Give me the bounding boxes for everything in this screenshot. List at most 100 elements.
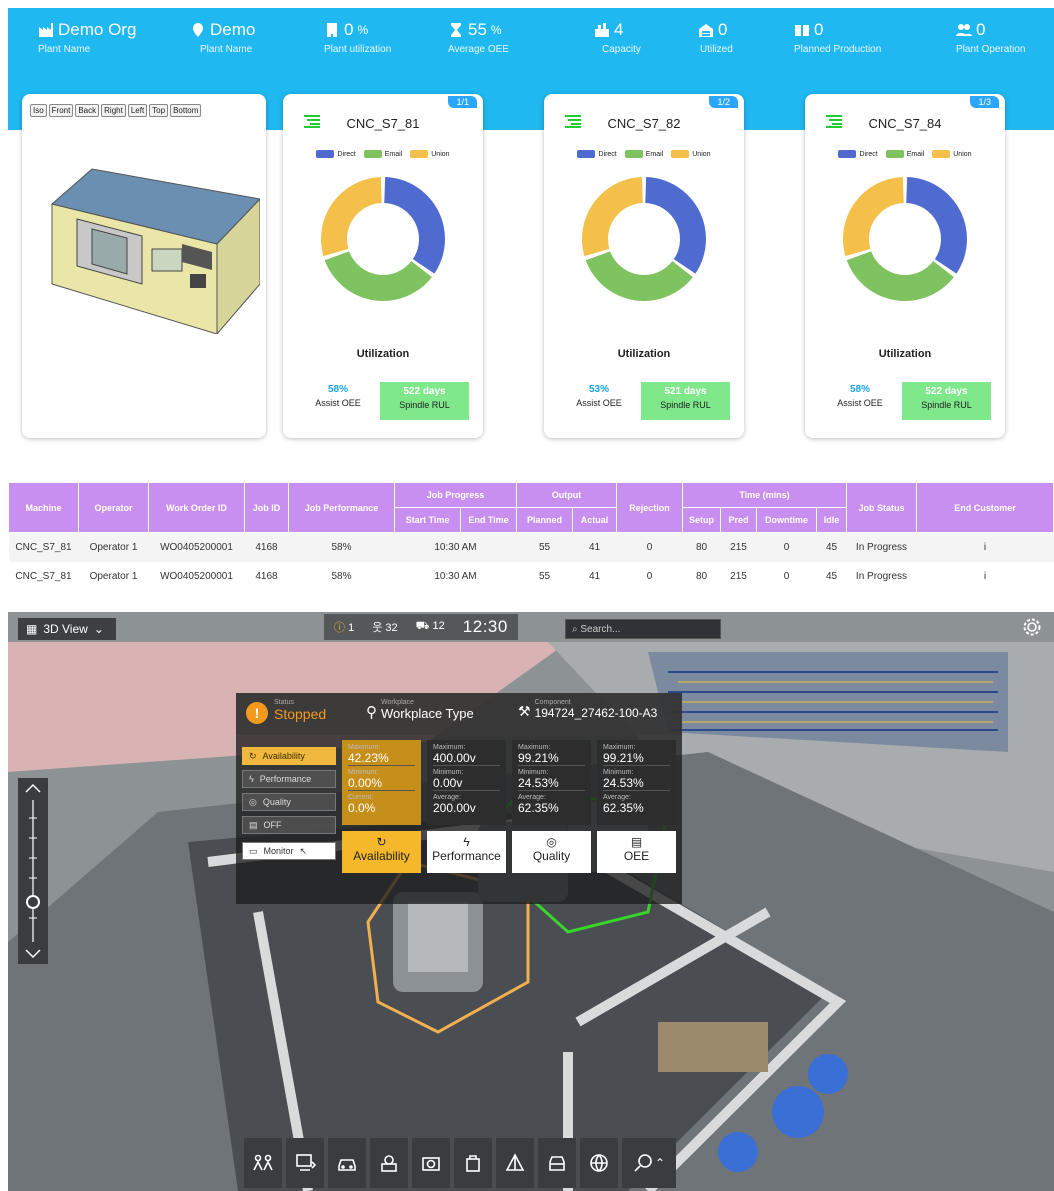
- component-key: Component: [534, 699, 571, 706]
- view-back-button[interactable]: Back: [75, 104, 100, 117]
- kpi-utilized: 0 Utilized: [698, 20, 733, 55]
- alert-count[interactable]: ⓘ 1: [334, 619, 354, 635]
- rul-value: 522 days: [925, 386, 968, 397]
- col-pred[interactable]: Pred: [720, 507, 757, 533]
- machine-card: 1/1 CNC_S7_81 Direct Email Union Utiliza…: [283, 94, 483, 438]
- people-tool-button[interactable]: [244, 1138, 282, 1188]
- col-output[interactable]: Output: [516, 482, 617, 508]
- col-work-order-id[interactable]: Work Order ID: [148, 482, 245, 533]
- chart-legend: Direct Email Union: [283, 150, 483, 158]
- kpi-value: Demo: [210, 20, 256, 39]
- col-job-progress[interactable]: Job Progress: [394, 482, 517, 508]
- table-row[interactable]: CNC_S7_81 Operator 1 WO0405200001 4168 5…: [8, 532, 1054, 562]
- tab-quality[interactable]: ◎ Quality: [512, 831, 591, 873]
- quality-button[interactable]: ◎ Quality: [242, 793, 336, 811]
- camera-tool-button[interactable]: [412, 1138, 450, 1188]
- col-rejection[interactable]: Rejection: [616, 482, 683, 533]
- view-left-button[interactable]: Left: [127, 104, 148, 117]
- oee-label: Assist OEE: [837, 398, 883, 408]
- 3d-view-dropdown[interactable]: ▦ 3D View ⌄: [18, 618, 116, 640]
- tab-availability[interactable]: ↻ Availability: [342, 831, 421, 873]
- view-iso-button[interactable]: Iso: [30, 104, 47, 117]
- hourglass-icon: [451, 23, 461, 37]
- col-job-id[interactable]: Job ID: [244, 482, 289, 533]
- legend-swatch-direct: [577, 150, 596, 158]
- availability-button[interactable]: ↻ Availability: [242, 747, 336, 765]
- stat-value: 200.00v: [433, 801, 476, 815]
- search-tool-button[interactable]: ⌃: [622, 1138, 676, 1188]
- tab-oee[interactable]: ▤ OEE: [597, 831, 676, 873]
- forklift-icon: ⛟: [415, 620, 430, 632]
- zoom-slider[interactable]: [18, 778, 48, 964]
- stat-value: 400.00v: [433, 752, 500, 766]
- chevron-down-icon: [25, 949, 41, 959]
- donut-slice-direct[interactable]: [384, 177, 445, 274]
- cell-performance: 58%: [288, 532, 395, 562]
- col-job-status[interactable]: Job Status: [846, 482, 917, 533]
- view-front-button[interactable]: Front: [48, 104, 74, 117]
- performance-button[interactable]: ϟ Performance: [242, 770, 336, 788]
- off-button[interactable]: ▤ OFF: [242, 816, 336, 834]
- cell-end-customer[interactable]: i: [916, 532, 1054, 562]
- car-icon: [338, 1159, 356, 1171]
- col-start-time[interactable]: Start Time: [394, 507, 461, 533]
- monitor-button[interactable]: ▭ Monitor ↖: [242, 842, 336, 860]
- donut-slice-union[interactable]: [582, 177, 643, 257]
- monitor-tool-button[interactable]: [286, 1138, 324, 1188]
- vehicle-front-tool-button[interactable]: [538, 1138, 576, 1188]
- donut-slice-union[interactable]: [321, 177, 382, 257]
- col-idle[interactable]: Idle: [816, 507, 847, 533]
- kpi-plant-org: Demo Org Plant Name: [38, 20, 136, 55]
- lightning-icon: ϟ: [249, 774, 254, 784]
- chevron-down-icon: ⌄: [93, 622, 104, 636]
- factory-3d-view[interactable]: ▦ 3D View ⌄ ⓘ 1 웃 32 ⛟ 12 12:30 ⌕ Search…: [8, 612, 1054, 1191]
- camera-person-tool-button[interactable]: [370, 1138, 408, 1188]
- donut-slice-direct[interactable]: [645, 177, 706, 274]
- forklift-count[interactable]: ⛟ 12: [416, 620, 445, 634]
- col-time-mins[interactable]: Time (mins): [682, 482, 847, 508]
- people-count[interactable]: 웃 32: [372, 619, 397, 635]
- donut-slice-union[interactable]: [843, 177, 904, 257]
- cell-setup: 80: [695, 570, 708, 582]
- cell-job-id: 4168: [255, 570, 278, 582]
- tab-performance[interactable]: ϟ Performance: [427, 831, 506, 873]
- legend-item: Union: [932, 150, 972, 158]
- col-end-time[interactable]: End Time: [460, 507, 517, 533]
- rul-label: Spindle RUL: [921, 400, 972, 410]
- cell-end-customer[interactable]: i: [917, 562, 1054, 591]
- machine-title: CNC_S7_82: [607, 116, 681, 131]
- cell-idle: 45: [816, 532, 847, 562]
- kpi-value: 0: [814, 20, 824, 39]
- cnc-machine-model[interactable]: [32, 124, 260, 334]
- view-right-button[interactable]: Right: [101, 104, 126, 117]
- cell-planned: 55: [538, 570, 551, 582]
- col-end-customer[interactable]: End Customer: [916, 482, 1054, 533]
- search-input[interactable]: ⌕ Search...: [565, 619, 721, 639]
- assist-oee: 53% Assist OEE: [564, 384, 634, 408]
- col-operator[interactable]: Operator: [78, 482, 149, 533]
- col-planned[interactable]: Planned: [516, 507, 573, 533]
- chevron-up-icon: ⌃: [654, 1156, 666, 1170]
- kpi-label: Plant Operation: [956, 44, 1026, 55]
- zoom-handle: [26, 895, 40, 909]
- col-machine[interactable]: Machine: [8, 482, 79, 533]
- page-badge: 1/3: [970, 96, 999, 108]
- area-tool-button[interactable]: [496, 1138, 534, 1188]
- assist-oee: 58% Assist OEE: [303, 384, 373, 408]
- bag-tool-button[interactable]: [454, 1138, 492, 1188]
- col-setup[interactable]: Setup: [682, 507, 721, 533]
- book-icon: [795, 25, 809, 36]
- table-row[interactable]: CNC_S7_81 Operator 1 WO0405200001 4168 5…: [9, 562, 1054, 591]
- col-job-performance[interactable]: Job Performance: [288, 482, 395, 533]
- donut-slice-direct[interactable]: [906, 177, 967, 274]
- legend-item: Direct: [577, 150, 617, 158]
- view-top-button[interactable]: Top: [149, 104, 169, 117]
- view-bottom-button[interactable]: Bottom: [170, 104, 202, 117]
- globe-tool-button[interactable]: [580, 1138, 618, 1188]
- gear-icon[interactable]: [1022, 617, 1042, 637]
- vehicle-tool-button[interactable]: [328, 1138, 366, 1188]
- col-actual[interactable]: Actual: [572, 507, 617, 533]
- col-downtime[interactable]: Downtime: [756, 507, 817, 533]
- monitor-icon: [296, 1154, 316, 1171]
- clock: 12:30: [462, 617, 508, 636]
